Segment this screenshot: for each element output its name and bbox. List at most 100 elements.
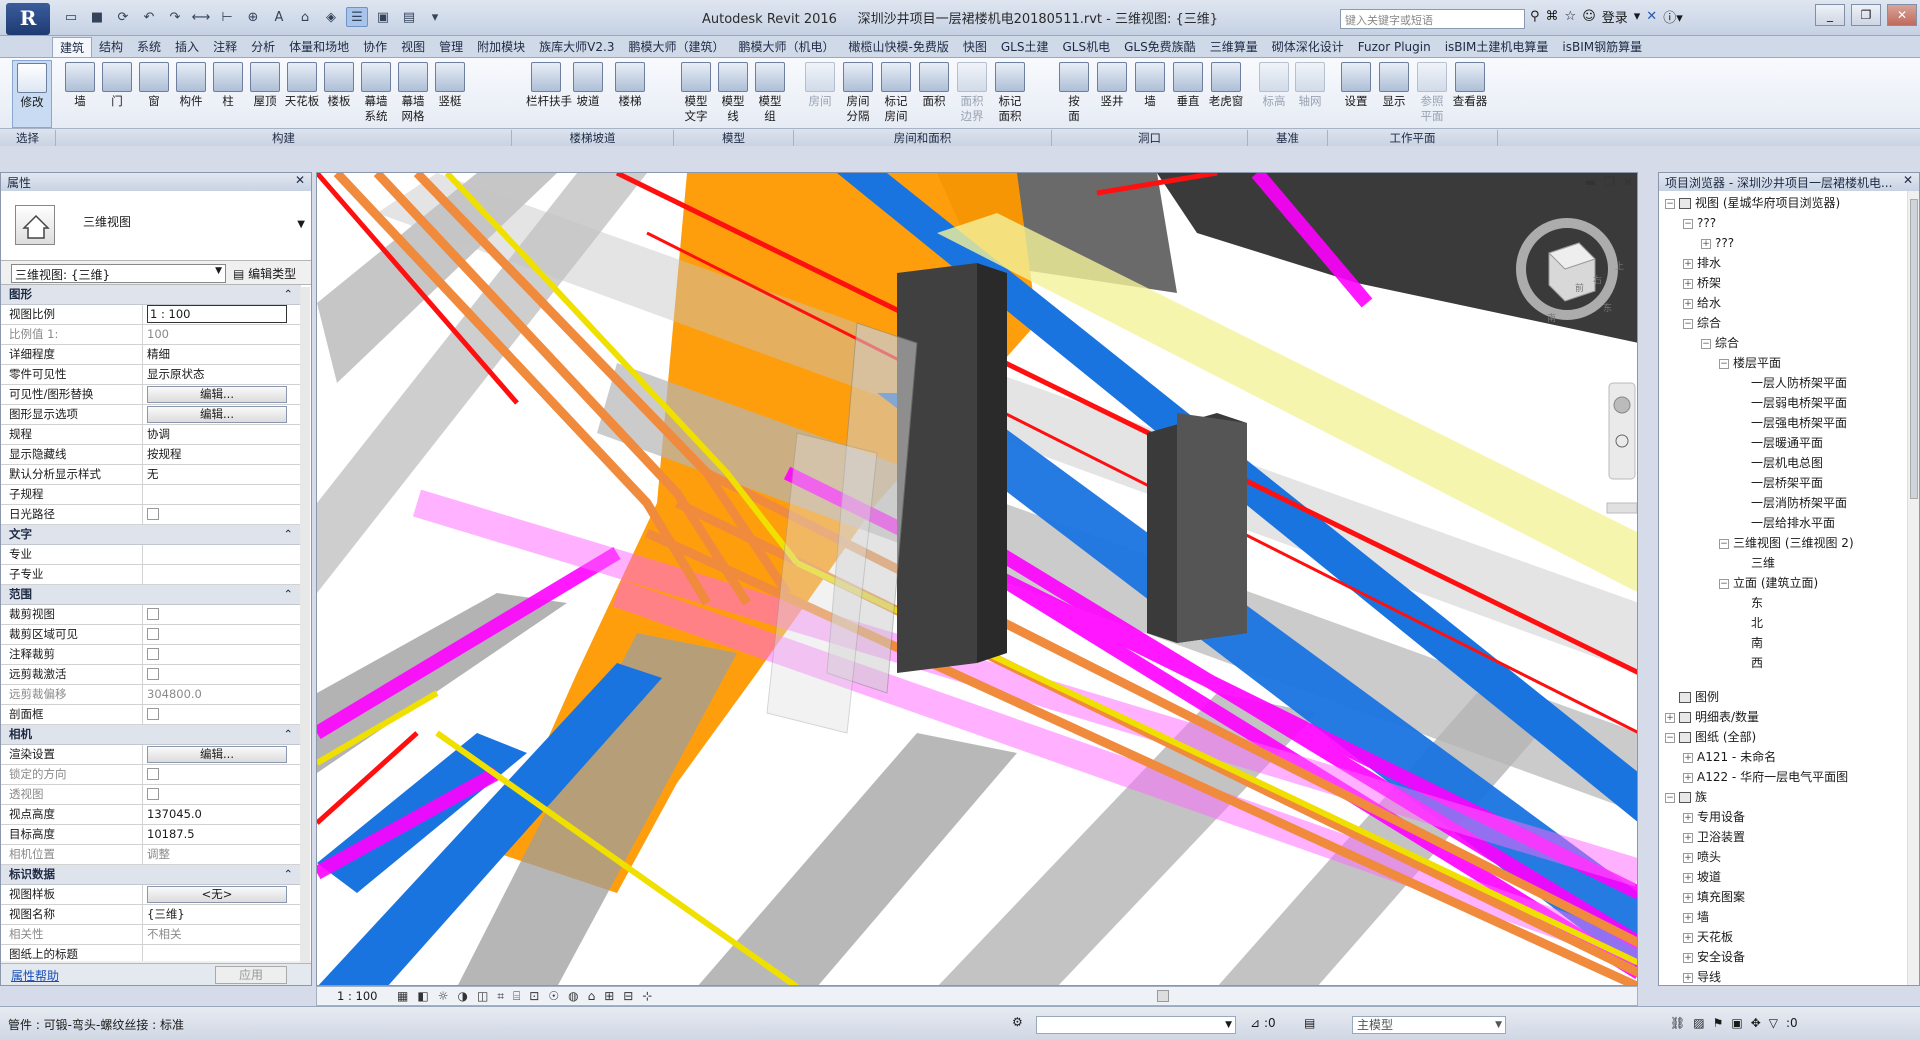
sun-path-icon[interactable]: ☼ xyxy=(438,989,449,1004)
tree-item[interactable]: − 族 xyxy=(1659,787,1919,807)
drag-on-select-icon[interactable]: ✥ xyxy=(1751,1016,1761,1030)
render-icon[interactable]: ◫ xyxy=(477,989,488,1004)
property-value[interactable] xyxy=(143,665,301,684)
property-value[interactable]: 编辑... xyxy=(143,405,301,424)
reveal-hidden-icon[interactable]: ◍ xyxy=(568,989,578,1004)
collapse-icon[interactable]: ⌃ xyxy=(283,525,293,544)
room-button-5[interactable]: 标记 面积 xyxy=(990,60,1030,126)
build-button-8[interactable]: 幕墙 系统 xyxy=(356,60,396,126)
select-pinned-icon[interactable]: ⚑ xyxy=(1713,1016,1724,1030)
build-button-5[interactable]: 屋顶 xyxy=(245,60,285,126)
property-value[interactable] xyxy=(143,565,301,584)
tree-item[interactable]: 一层给排水平面 xyxy=(1659,513,1919,533)
room-button-0[interactable]: 房间 xyxy=(800,60,840,126)
tree-item[interactable]: + 填充图案 xyxy=(1659,887,1919,907)
close-button[interactable]: ✕ xyxy=(1887,4,1917,26)
collapse-toggle-icon[interactable]: − xyxy=(1683,218,1693,229)
select-links-icon[interactable]: ⛓ xyxy=(1670,1016,1685,1030)
lock-view-icon[interactable]: ⊡ xyxy=(529,989,539,1004)
tree-item[interactable]: − 综合 xyxy=(1659,313,1919,333)
collapse-toggle-icon[interactable]: − xyxy=(1665,198,1675,209)
ribbon-panel-6[interactable]: 基准 xyxy=(1248,130,1328,146)
properties-help-link[interactable]: 属性帮助 xyxy=(11,967,59,984)
minimize-button[interactable]: _ xyxy=(1815,4,1845,26)
tree-item[interactable]: + A122 - 华府一层电气平面图 xyxy=(1659,767,1919,787)
undo-icon[interactable]: ↶ xyxy=(138,7,160,27)
expand-toggle-icon[interactable]: + xyxy=(1683,258,1693,269)
property-value[interactable]: <无> xyxy=(143,885,301,904)
instance-filter-dropdown[interactable]: 三维视图: {三维} ▼ xyxy=(11,264,226,283)
build-button-4[interactable]: 柱 xyxy=(208,60,248,126)
expand-toggle-icon[interactable]: + xyxy=(1683,952,1693,963)
tab-14[interactable]: 橄榄山快模-免费版 xyxy=(842,37,956,57)
constraints-icon[interactable]: ⊹ xyxy=(642,989,652,1004)
expand-toggle-icon[interactable]: + xyxy=(1683,892,1693,903)
viewport-scroll-thumb[interactable] xyxy=(1606,502,1637,514)
view-scale[interactable]: 1 : 100 xyxy=(337,989,377,1003)
ribbon-panel-3[interactable]: 模型 xyxy=(674,130,794,146)
room-button-4[interactable]: 面积 边界 xyxy=(952,60,992,126)
ribbon-panel-1[interactable]: 构建 xyxy=(56,130,512,146)
tab-2[interactable]: 系统 xyxy=(130,37,168,57)
collapse-toggle-icon[interactable]: − xyxy=(1665,732,1675,743)
tree-item[interactable]: 一层消防桥架平面 xyxy=(1659,493,1919,513)
collapse-toggle-icon[interactable]: − xyxy=(1701,338,1711,349)
property-value[interactable] xyxy=(143,945,301,961)
property-value[interactable]: 编辑... xyxy=(143,745,301,764)
tab-22[interactable]: isBIM土建机电算量 xyxy=(1438,37,1556,57)
workplane-button-3[interactable]: 查看器 xyxy=(1450,60,1490,126)
browser-scrollbar[interactable] xyxy=(1907,191,1919,985)
tab-23[interactable]: isBIM钢筋算量 xyxy=(1555,37,1649,57)
collapse-icon[interactable]: ⌃ xyxy=(283,285,293,304)
expand-toggle-icon[interactable]: + xyxy=(1683,812,1693,823)
tab-0[interactable]: 建筑 xyxy=(52,37,93,57)
tree-item[interactable]: + 明细表/数量 xyxy=(1659,707,1919,727)
tree-item[interactable]: − 立面 (建筑立面) xyxy=(1659,573,1919,593)
property-checkbox[interactable] xyxy=(147,508,159,520)
build-button-1[interactable]: 门 xyxy=(97,60,137,126)
property-value[interactable] xyxy=(143,505,301,524)
tree-item[interactable]: + A121 - 未命名 xyxy=(1659,747,1919,767)
tree-item[interactable]: 一层弱电桥架平面 xyxy=(1659,393,1919,413)
build-button-9[interactable]: 幕墙 网格 xyxy=(393,60,433,126)
tab-19[interactable]: 三维算量 xyxy=(1203,37,1265,57)
stairs-button-1[interactable]: 坡道 xyxy=(568,60,608,126)
measure-icon[interactable]: ⟷ xyxy=(190,7,212,27)
tree-item[interactable]: −??? xyxy=(1659,213,1919,233)
tree-item[interactable]: − 综合 xyxy=(1659,333,1919,353)
expand-toggle-icon[interactable]: + xyxy=(1683,912,1693,923)
thin-lines-icon[interactable]: ☰ xyxy=(346,7,368,27)
build-button-3[interactable]: 构件 xyxy=(171,60,211,126)
workplane-button-1[interactable]: 显示 xyxy=(1374,60,1414,126)
tag-icon[interactable]: ⊕ xyxy=(242,7,264,27)
tab-10[interactable]: 附加模块 xyxy=(470,37,532,57)
highlight-displacement-icon[interactable]: ⊟ xyxy=(623,989,633,1004)
type-selector[interactable]: 三维视图 ▼ xyxy=(1,191,311,261)
exchange-icon[interactable]: ✕ xyxy=(1646,9,1657,24)
tree-item[interactable]: 一层桥架平面 xyxy=(1659,473,1919,493)
build-button-6[interactable]: 天花板 xyxy=(282,60,322,126)
tree-item[interactable]: − 视图 (星城华府项目浏览器) xyxy=(1659,193,1919,213)
collapse-icon[interactable]: ⌃ xyxy=(283,725,293,744)
property-checkbox[interactable] xyxy=(147,628,159,640)
expand-toggle-icon[interactable]: + xyxy=(1701,238,1711,249)
modify-button[interactable]: 修改 xyxy=(12,60,52,128)
dimension-icon[interactable]: ⊢ xyxy=(216,7,238,27)
collapse-toggle-icon[interactable]: − xyxy=(1719,358,1729,369)
tab-6[interactable]: 体量和场地 xyxy=(282,37,356,57)
subscription-icon[interactable]: ⌘ xyxy=(1546,9,1559,24)
model-button-2[interactable]: 模型 组 xyxy=(750,60,790,126)
tree-item[interactable]: + 给水 xyxy=(1659,293,1919,313)
select-by-face-icon[interactable]: ▣ xyxy=(1731,1016,1742,1030)
expand-toggle-icon[interactable]: + xyxy=(1683,972,1693,983)
expand-toggle-icon[interactable]: + xyxy=(1683,298,1693,309)
build-button-7[interactable]: 楼板 xyxy=(319,60,359,126)
tab-16[interactable]: GLS土建 xyxy=(994,37,1056,57)
crop-view-icon[interactable]: ⌗ xyxy=(497,989,504,1004)
select-underlay-icon[interactable]: ▨ xyxy=(1693,1016,1704,1030)
worksharing-icon[interactable]: ⌂ xyxy=(588,989,596,1004)
datum-button-1[interactable]: 轴网 xyxy=(1290,60,1330,126)
tree-item[interactable]: 一层人防桥架平面 xyxy=(1659,373,1919,393)
workset-dropdown[interactable]: ▼ xyxy=(1036,1016,1236,1034)
text-icon[interactable]: A xyxy=(268,7,290,27)
